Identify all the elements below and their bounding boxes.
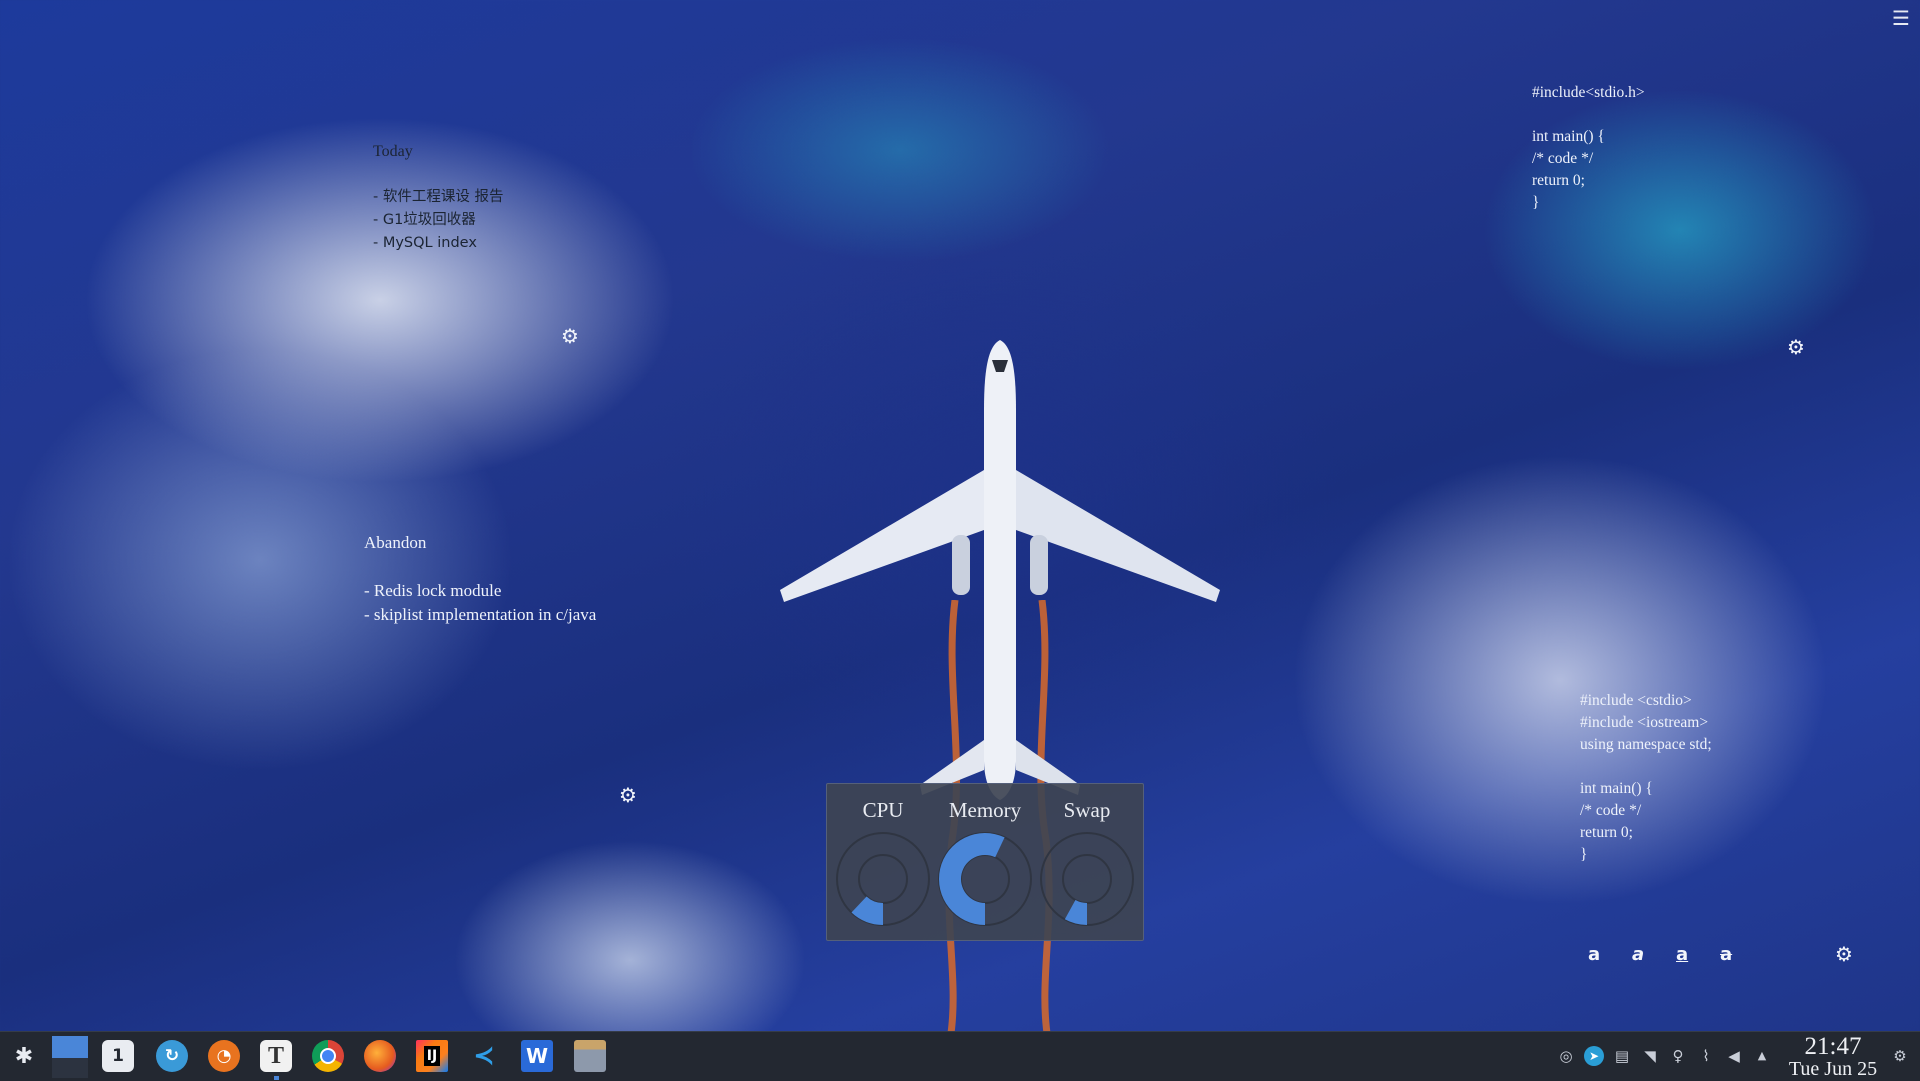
code-line: int main() {: [1532, 128, 1605, 145]
typora-icon[interactable]: T: [260, 1040, 292, 1072]
file-manager-icon[interactable]: [574, 1040, 606, 1072]
firefox-icon[interactable]: [364, 1040, 396, 1072]
swap-gauge: Swap: [1035, 784, 1139, 927]
gauge-label: CPU: [862, 798, 904, 822]
note-widget-code-cpp[interactable]: #include <cstdio> #include <iostream> us…: [1580, 690, 1712, 866]
gear-icon[interactable]: ⚙: [1787, 337, 1805, 357]
cpu-gauge: CPU: [831, 784, 935, 927]
orange-app-icon[interactable]: ◔: [208, 1040, 240, 1072]
clock-time: 21:47: [1804, 1033, 1862, 1060]
gear-icon[interactable]: ⚙: [1835, 944, 1853, 964]
code-line: int main() {: [1580, 780, 1653, 797]
note-item: - G1垃圾回收器: [373, 212, 476, 228]
virtual-desktop-pager[interactable]: [52, 1036, 88, 1078]
code-line: #include<stdio.h>: [1532, 84, 1645, 101]
code-line: using namespace std;: [1580, 736, 1712, 753]
gauge-label: Memory: [948, 798, 1022, 822]
gear-icon[interactable]: ⚙: [619, 785, 637, 805]
sync-client-icon[interactable]: ↻: [156, 1040, 188, 1072]
note-widget-today[interactable]: Today - 软件工程课设 报告 - G1垃圾回收器 - MySQL inde…: [373, 140, 503, 255]
wps-writer-icon[interactable]: W: [521, 1040, 553, 1072]
code-line: /* code */: [1580, 802, 1642, 819]
note-item: - Redis lock module: [364, 581, 502, 600]
intellij-idea-icon[interactable]: IJ: [416, 1040, 448, 1072]
vscode-icon[interactable]: ≺: [468, 1040, 500, 1072]
pager-active-desktop[interactable]: [52, 1036, 88, 1058]
memory-gauge: Memory: [933, 784, 1037, 927]
wifi-icon[interactable]: ◥: [1640, 1046, 1660, 1066]
underline-button[interactable]: a: [1676, 944, 1688, 965]
code-line: /* code */: [1532, 150, 1594, 167]
note-item: - skiplist implementation in c/java: [364, 605, 597, 624]
application-launcher-icon[interactable]: ✱: [8, 1040, 40, 1072]
code-line: return 0;: [1532, 172, 1585, 189]
taskbar: ✱ 1 ↻ ◔ T IJ ≺ W ◎ ➤ ▤ ◥ ♀ ⌇ ◀ ▲ 21:47 T…: [0, 1031, 1920, 1081]
system-monitor-widget[interactable]: CPU Memory Swap: [826, 783, 1144, 941]
kde-connect-icon[interactable]: ♀: [1668, 1046, 1688, 1066]
expand-tray-icon[interactable]: ▲: [1752, 1046, 1772, 1066]
volume-icon[interactable]: ◀: [1724, 1046, 1744, 1066]
note-widget-code-c[interactable]: #include<stdio.h> int main() { /* code *…: [1532, 82, 1645, 214]
panel-settings-icon[interactable]: ⚙: [1890, 1046, 1910, 1066]
italic-button[interactable]: a: [1632, 944, 1644, 965]
note-widget-abandon[interactable]: Abandon - Redis lock module - skiplist i…: [364, 531, 596, 627]
code-line: }: [1532, 194, 1540, 211]
cpu-usage-arc: [851, 896, 883, 925]
active-app-indicator: [274, 1076, 279, 1080]
clipboard-icon[interactable]: ▤: [1612, 1046, 1632, 1066]
note-title: Today: [373, 143, 413, 160]
airplane-illustration: [780, 340, 1220, 800]
note-item: - MySQL index: [373, 235, 477, 251]
attachment-icon[interactable]: ⌇: [1696, 1046, 1716, 1066]
sync-status-icon[interactable]: ◎: [1556, 1046, 1576, 1066]
telegram-icon[interactable]: ➤: [1584, 1046, 1604, 1066]
note-title: Abandon: [364, 533, 427, 552]
gauge-label: Swap: [1063, 798, 1111, 822]
code-line: return 0;: [1580, 824, 1633, 841]
strikethrough-button[interactable]: a: [1720, 944, 1732, 965]
gear-icon[interactable]: ⚙: [561, 326, 579, 346]
code-line: #include <cstdio>: [1580, 692, 1692, 709]
software-updater-icon[interactable]: 1: [102, 1040, 134, 1072]
font-size-small-button[interactable]: a: [1588, 944, 1600, 965]
desktop-menu-icon[interactable]: ☰: [1892, 6, 1912, 30]
note-item: - 软件工程课设 报告: [373, 189, 504, 205]
chrome-icon[interactable]: [312, 1040, 344, 1072]
memory-usage-arc: [939, 833, 1005, 925]
clock-date: Tue Jun 25: [1788, 1058, 1878, 1080]
code-line: }: [1580, 846, 1588, 863]
code-line: #include <iostream>: [1580, 714, 1709, 731]
digital-clock[interactable]: 21:47 Tue Jun 25: [1776, 1034, 1890, 1079]
